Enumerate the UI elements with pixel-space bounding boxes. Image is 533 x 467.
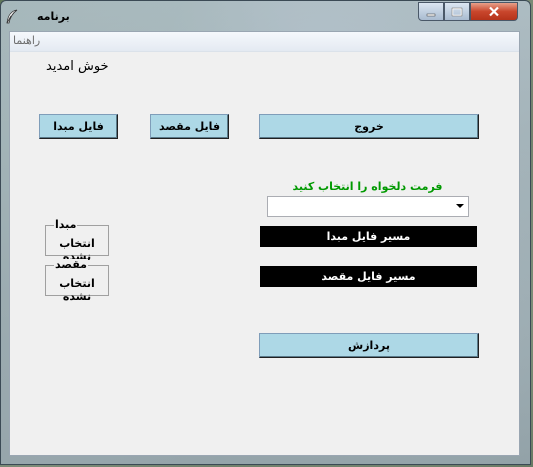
source-file-button[interactable]: فایل مبدا bbox=[39, 114, 118, 139]
format-select[interactable] bbox=[267, 196, 469, 217]
window-title: برنامه bbox=[37, 10, 70, 23]
menu-bar: راهنما bbox=[10, 32, 519, 52]
minimize-icon bbox=[426, 2, 436, 21]
close-button[interactable] bbox=[470, 2, 518, 21]
dest-group: مقصد انتخاب نشده bbox=[45, 259, 109, 303]
dest-status: انتخاب نشده bbox=[59, 277, 95, 303]
maximize-button[interactable] bbox=[444, 2, 470, 21]
minimize-button[interactable] bbox=[418, 2, 444, 21]
app-window: برنامه راهنما خوش امدید فایل مبدا فایل م… bbox=[0, 0, 531, 465]
exit-button[interactable]: خروج bbox=[259, 114, 479, 139]
title-bar[interactable]: برنامه bbox=[1, 1, 530, 31]
feather-icon bbox=[5, 9, 19, 25]
menu-item-help[interactable]: راهنما bbox=[13, 34, 40, 47]
close-icon bbox=[488, 2, 500, 21]
process-button[interactable]: پردازش bbox=[259, 333, 479, 358]
source-path-display: مسیر فایل مبدا bbox=[260, 226, 477, 247]
chevron-down-icon[interactable] bbox=[456, 204, 464, 208]
dest-group-title: مقصد bbox=[54, 258, 88, 271]
dest-file-button[interactable]: فایل مقصد bbox=[150, 114, 229, 139]
dest-path-display: مسیر فایل مقصد bbox=[260, 266, 477, 287]
client-area: راهنما خوش امدید فایل مبدا فایل مقصد خرو… bbox=[9, 31, 520, 456]
source-group: مبدا انتخاب نشده bbox=[45, 219, 109, 263]
welcome-label: خوش امدید bbox=[46, 59, 109, 74]
format-label: فرمت دلخواه را انتخاب کنید bbox=[292, 180, 443, 193]
maximize-icon bbox=[451, 2, 463, 21]
source-group-title: مبدا bbox=[54, 218, 78, 231]
